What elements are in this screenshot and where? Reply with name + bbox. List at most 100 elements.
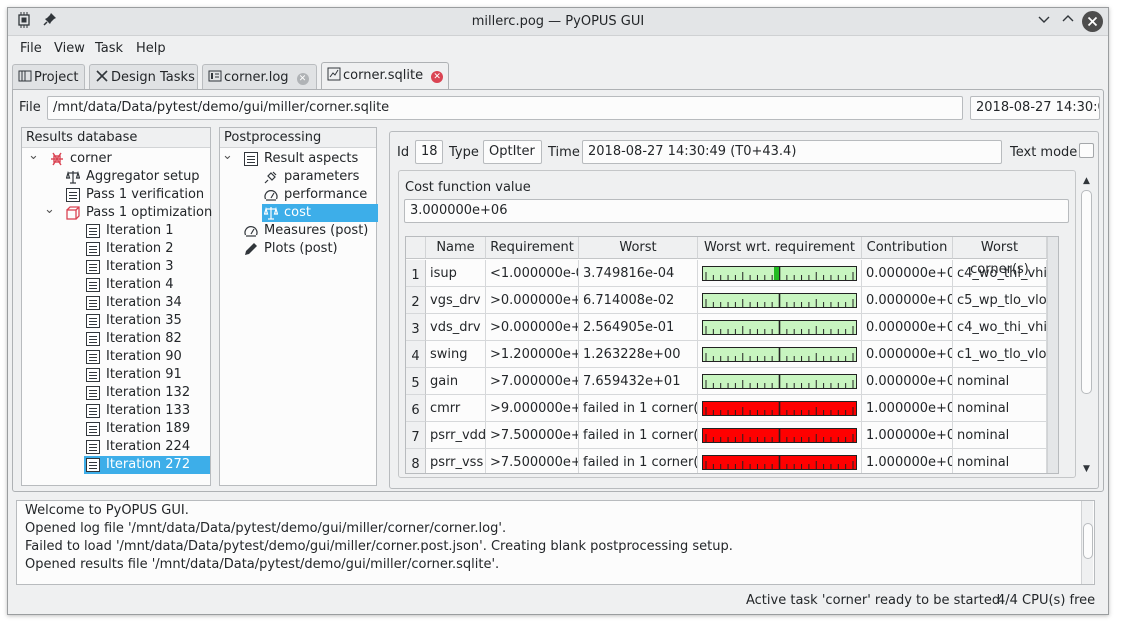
tree-item-label: Iteration 82 [106, 331, 182, 346]
table-row[interactable]: 5gain>7.000000e+017.659432e+01 0.000000e+… [406, 368, 1058, 395]
column-header[interactable]: Worst [579, 237, 698, 259]
list-icon [86, 242, 100, 256]
file-path-field[interactable]: /mnt/data/Data/pytest/demo/gui/miller/co… [47, 96, 963, 120]
table-row[interactable]: 1isup<1.000000e-033.749816e-04 0.000000e+… [406, 260, 1058, 287]
table-row[interactable]: 6cmrr>9.000000e+01failed in 1 corner(s) 1… [406, 395, 1058, 422]
menu-help[interactable]: Help [136, 41, 166, 56]
table-cell: >7.500000e+01 [486, 449, 579, 473]
column-header[interactable]: Name [426, 237, 486, 259]
cost-table: Name Requirement Worst Worst wrt. requireme… [405, 236, 1059, 474]
window-title: millerc.pog — PyOPUS GUI [471, 14, 645, 29]
tree-item-label: Iteration 4 [106, 277, 174, 292]
table-cell: c4_wo_thi_vhi [953, 260, 1047, 287]
table-cell: failed in 1 corner(s) [579, 449, 698, 473]
detail-scrollbar[interactable]: ▲ ▼ [1080, 172, 1092, 478]
table-cell: >9.000000e+01 [486, 395, 579, 422]
table-cell [698, 287, 862, 314]
tab-corner-sqlite[interactable]: corner.sqlite ✕ [321, 62, 449, 91]
menu-view[interactable]: View [54, 41, 85, 56]
column-header[interactable]: Worst corner(s) [953, 237, 1047, 277]
file-timestamp-field[interactable]: 2018-08-27 14:30:05 [970, 96, 1100, 120]
scroll-thumb[interactable] [1081, 190, 1092, 394]
column-header[interactable]: Contribution [862, 237, 953, 259]
table-cell: 1.263228e+00 [579, 341, 698, 368]
table-row[interactable]: 7psrr_vdd>7.500000e+01failed in 1 corner… [406, 422, 1058, 449]
scale-icon [263, 206, 279, 220]
table-row[interactable]: 4swing>1.200000e+001.263228e+00 0.000000e… [406, 341, 1058, 368]
scroll-down-icon[interactable]: ▼ [1083, 464, 1090, 474]
table-cell [698, 395, 862, 422]
tree-item-label: performance [284, 187, 368, 202]
table-scrollbar[interactable] [1047, 237, 1058, 473]
project-icon [18, 69, 32, 83]
list-icon [86, 224, 100, 238]
close-tab-icon[interactable]: ✕ [431, 71, 444, 83]
expand-arrow-icon[interactable]: ⌄ [222, 147, 233, 165]
tab-label: Project [34, 70, 79, 85]
tree-item-label: Iteration 133 [106, 403, 191, 418]
list-icon [86, 260, 100, 274]
table-cell: failed in 1 corner(s) [579, 422, 698, 449]
list-icon [86, 458, 100, 472]
maximize-button[interactable] [1058, 12, 1078, 32]
main-window: millerc.pog — PyOPUS GUI File View Task … [7, 7, 1109, 615]
column-header[interactable]: Worst wrt. requirement [698, 237, 862, 259]
id-field[interactable]: 18 [415, 140, 443, 164]
minimize-button[interactable] [1034, 12, 1054, 32]
row-number: 6 [406, 395, 426, 422]
tree-item-label: Iteration 224 [106, 439, 191, 454]
table-row[interactable]: 8psrr_vss>7.500000e+01failed in 1 corner… [406, 449, 1058, 473]
menu-file[interactable]: File [20, 41, 42, 56]
table-row[interactable]: 2vgs_drv>0.000000e+006.714008e-02 0.00000… [406, 287, 1058, 314]
close-window-button[interactable] [1082, 11, 1103, 32]
expand-arrow-icon[interactable]: ⌄ [44, 201, 55, 219]
log-scrollbar[interactable] [1081, 501, 1093, 584]
tab-corner-log[interactable]: corner.log ✕ [202, 64, 317, 90]
title-bar[interactable]: millerc.pog — PyOPUS GUI [8, 8, 1108, 36]
pen-icon [244, 242, 258, 256]
status-message: Active task 'corner' ready to be started [746, 593, 1001, 608]
postprocessing-header: Postprocessing [220, 128, 376, 148]
chart-icon [327, 67, 341, 81]
tree-item-label: parameters [284, 169, 360, 184]
cost-value-field[interactable]: 3.000000e+06 [404, 199, 1069, 223]
gauge-icon [244, 224, 258, 238]
expand-arrow-icon[interactable]: ⌄ [28, 147, 39, 165]
list-icon [86, 278, 100, 292]
log-scroll-thumb[interactable] [1083, 523, 1093, 559]
list-icon [86, 296, 100, 310]
log-panel: Welcome to PyOPUS GUI. Opened log file '… [16, 500, 1095, 585]
tree-item-label: Iteration 35 [106, 313, 182, 328]
time-field[interactable]: 2018-08-27 14:30:49 (T0+43.4) [582, 140, 1002, 164]
table-cell [698, 422, 862, 449]
menu-task[interactable]: Task [95, 41, 123, 56]
requirement-met-bar [702, 320, 857, 335]
text-mode-checkbox[interactable] [1079, 143, 1094, 158]
tree-item[interactable]: Iteration 272 [84, 456, 210, 474]
requirement-met-bar [702, 266, 857, 281]
list-icon [86, 422, 100, 436]
tree-item-label: Aggregator setup [86, 169, 200, 184]
tab-design-tasks[interactable]: Design Tasks [89, 64, 198, 90]
table-cell [698, 260, 862, 287]
row-number: 8 [406, 449, 426, 473]
cpu-status: 4/4 CPU(s) free [997, 593, 1096, 608]
tab-project[interactable]: Project [12, 64, 85, 90]
requirement-failed-bar [702, 455, 857, 470]
table-cell: nominal [953, 449, 1047, 473]
type-field[interactable]: OptIter [483, 140, 542, 164]
scroll-up-icon[interactable]: ▲ [1083, 176, 1090, 186]
row-number: 7 [406, 422, 426, 449]
column-header[interactable]: Requirement [486, 237, 579, 259]
table-row[interactable]: 3vds_drv>0.000000e+002.564905e-01 0.00000… [406, 314, 1058, 341]
close-tab-icon[interactable]: ✕ [296, 73, 309, 85]
list-icon [86, 332, 100, 346]
requirement-met-bar [702, 347, 857, 362]
tree-item[interactable]: cost [262, 204, 378, 222]
table-cell: >1.200000e+00 [486, 341, 579, 368]
menu-bar: File View Task Help [8, 38, 1108, 60]
requirement-met-bar [702, 374, 857, 389]
table-cell: <1.000000e-03 [486, 260, 579, 287]
requirement-failed-bar [702, 401, 857, 416]
table-cell: >0.000000e+00 [486, 314, 579, 341]
